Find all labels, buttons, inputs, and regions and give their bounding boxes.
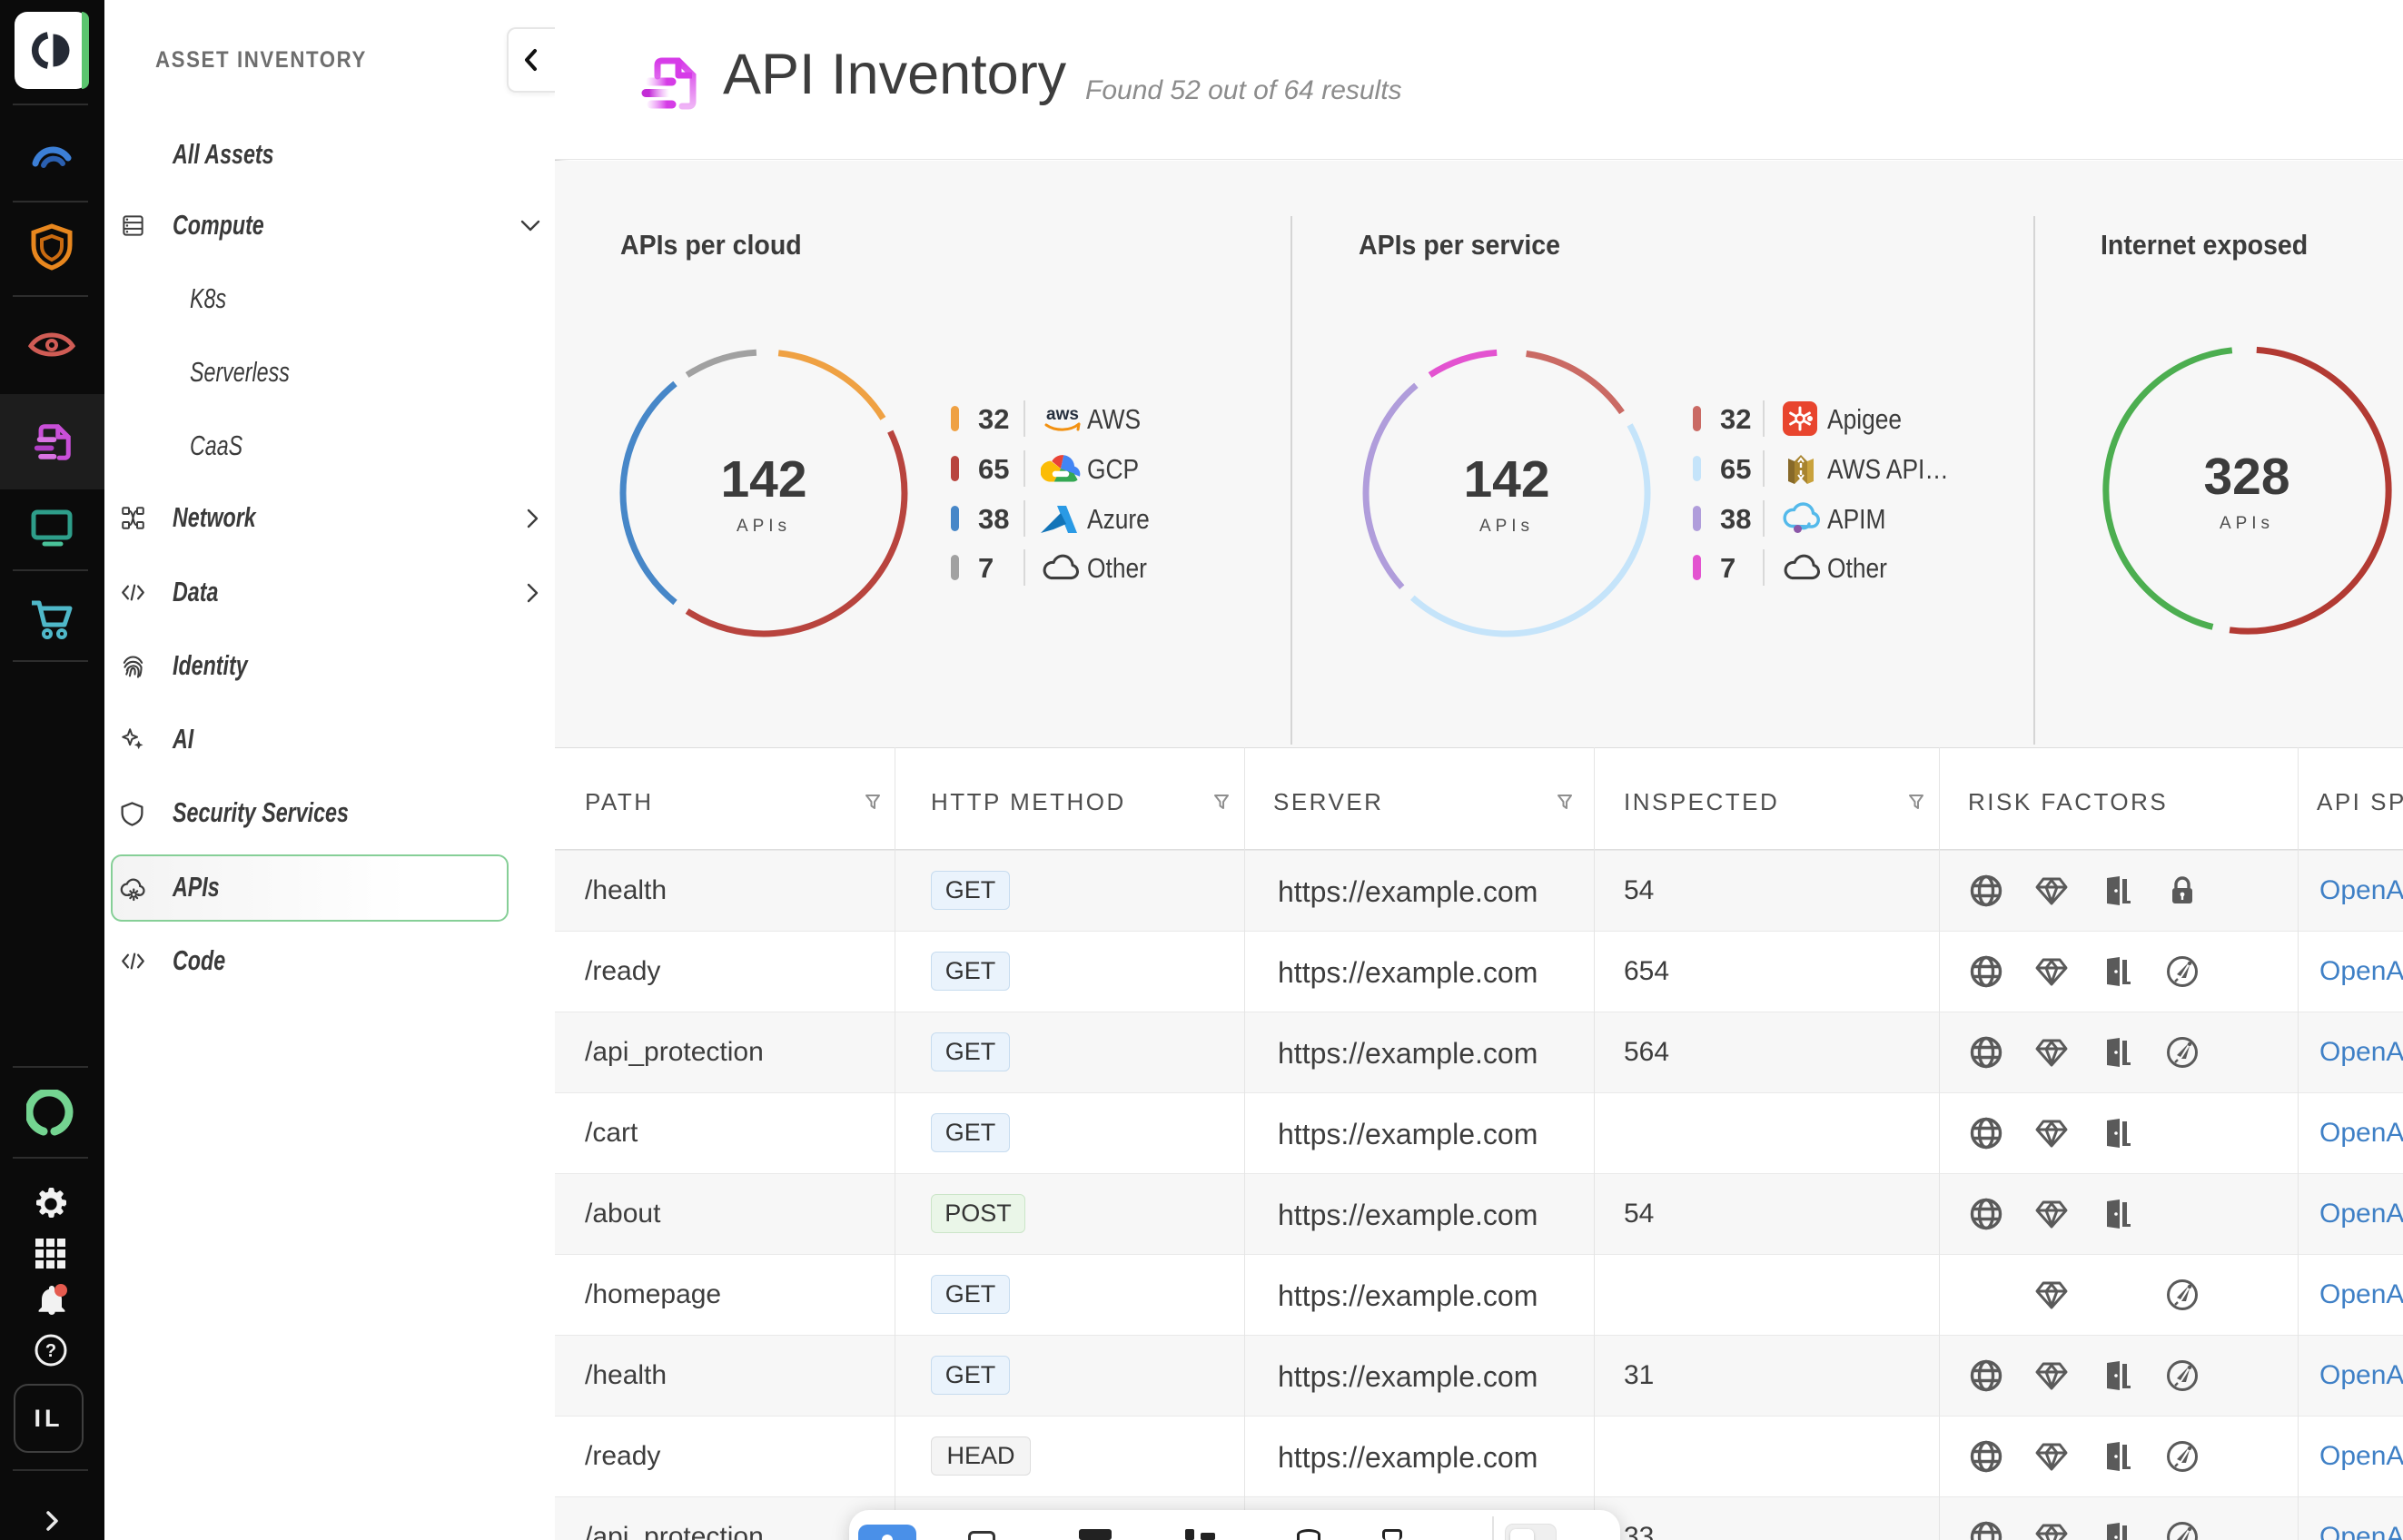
svg-text:aws: aws xyxy=(1046,405,1079,424)
svg-text:?: ? xyxy=(45,1341,56,1361)
